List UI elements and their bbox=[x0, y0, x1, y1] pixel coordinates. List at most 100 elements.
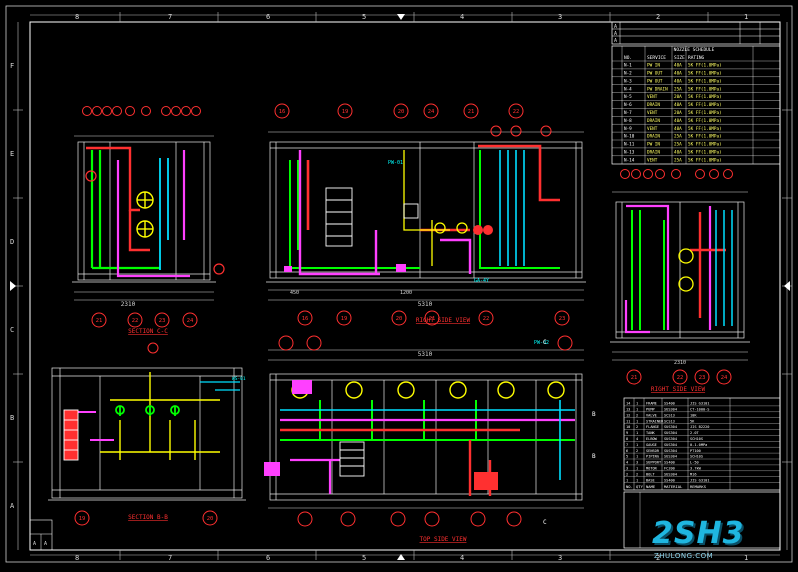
section-tag: B bbox=[592, 411, 596, 418]
nozzle-cell: N-10 bbox=[624, 134, 635, 140]
section-tag: C bbox=[543, 519, 547, 526]
bubble-label: 19 bbox=[79, 516, 86, 522]
row-marker: C bbox=[10, 326, 14, 334]
center-mark-top bbox=[397, 14, 405, 20]
parts-footer: NAME bbox=[646, 484, 656, 489]
row-marker: A bbox=[10, 502, 15, 510]
nozzle-table: A A A NOZZLE SCHEDULE NO. SERVICE SIZE R… bbox=[611, 21, 781, 165]
dim-top-total: 5310 bbox=[418, 351, 433, 358]
nozzle-cell: 40A bbox=[674, 118, 682, 124]
parts-cell: 7 bbox=[626, 443, 628, 447]
bubble-label: 22 bbox=[132, 318, 139, 324]
parts-cell: 1 bbox=[636, 443, 638, 447]
bubble-label: 23 bbox=[699, 375, 706, 381]
nozzle-header: NO. bbox=[624, 55, 632, 61]
top-ruler bbox=[30, 12, 780, 22]
parts-cell: PUMP bbox=[646, 408, 655, 412]
bubble-label: 20 bbox=[396, 316, 403, 322]
nozzle-cell: DRAIN bbox=[647, 102, 660, 108]
parts-footer: MATERIAL bbox=[664, 484, 683, 489]
parts-cell: VALVE bbox=[646, 413, 657, 417]
parts-cell: 1 bbox=[636, 419, 638, 423]
rev-row: A bbox=[614, 31, 617, 37]
nozzle-cell: 5K FF(1.0MPa) bbox=[688, 86, 722, 92]
nozzle-header: SERVICE bbox=[647, 55, 666, 61]
parts-cell: FRAME bbox=[646, 402, 657, 406]
nozzle-cell: N-2 bbox=[624, 71, 632, 77]
nozzle-cell: DRAIN bbox=[647, 134, 660, 140]
col-marker: 4 bbox=[460, 554, 464, 562]
nozzle-cell: N-6 bbox=[624, 102, 632, 108]
col-marker: 3 bbox=[558, 13, 562, 21]
nozzle-cell: 5K FF(1.0MPa) bbox=[688, 63, 722, 69]
nozzle-cell: DRAIN bbox=[647, 150, 660, 156]
parts-cell: 3 bbox=[626, 467, 628, 471]
parts-cell: SCH10S bbox=[690, 437, 703, 441]
dim-sec-c-total: 2310 bbox=[121, 301, 136, 308]
bubble-label: 22 bbox=[677, 375, 684, 381]
col-marker: 6 bbox=[266, 554, 270, 562]
nozzle-header: SIZE bbox=[674, 55, 685, 61]
parts-footer: QTY bbox=[636, 484, 644, 489]
parts-cell: 4 bbox=[626, 461, 628, 465]
nozzle-cell: 20A bbox=[674, 94, 682, 100]
watermark-logo: 2SH3 bbox=[652, 516, 745, 551]
nozzle-cell: VENT bbox=[647, 157, 658, 163]
nozzle-header: RATING bbox=[688, 55, 705, 61]
nozzle-cell: 5K FF(1.0MPa) bbox=[688, 150, 722, 156]
nozzle-table-title: NOZZLE SCHEDULE bbox=[674, 47, 715, 53]
parts-cell: FLANGE bbox=[646, 425, 659, 429]
parts-cell: 1 bbox=[636, 431, 638, 435]
parts-cell: 2.0T bbox=[690, 431, 699, 435]
parts-cell: MOTOR bbox=[646, 467, 658, 471]
pipe-label: GA-4Y bbox=[474, 278, 489, 284]
parts-cell: 1 bbox=[636, 402, 638, 406]
parts-cell: 2 bbox=[636, 425, 638, 429]
parts-cell: 6 bbox=[626, 449, 628, 453]
left-block-label: A bbox=[44, 541, 47, 547]
left-title-block: A A bbox=[29, 519, 53, 551]
nozzle-cell: N-9 bbox=[624, 126, 632, 132]
parts-cell: BASE bbox=[646, 478, 655, 482]
view-title: SECTION B-B bbox=[128, 514, 168, 521]
row-marker: F bbox=[10, 62, 14, 70]
row-marker: E bbox=[10, 150, 14, 158]
parts-footer: NO. bbox=[626, 484, 633, 489]
nozzle-cell: PW OUT bbox=[647, 71, 663, 77]
dim-front-total: 5310 bbox=[418, 301, 433, 308]
view-title: RIGHT SIDE VIEW bbox=[651, 386, 706, 393]
bubble-label: 22 bbox=[483, 316, 490, 322]
center-mark-left bbox=[10, 281, 16, 291]
parts-footer: REMARKS bbox=[690, 484, 707, 489]
bubble-label: 21 bbox=[96, 318, 103, 324]
bubble-label: 21 bbox=[468, 109, 475, 115]
parts-cell: SUS304 bbox=[664, 455, 677, 459]
bubble-label: 23 bbox=[159, 318, 166, 324]
parts-cell: 4 bbox=[636, 437, 638, 441]
parts-cell: 11 bbox=[626, 419, 630, 423]
parts-cell: 1 bbox=[636, 408, 638, 412]
nozzle-cell: 5K FF(1.0MPa) bbox=[688, 126, 722, 132]
parts-cell: 1 bbox=[636, 467, 638, 471]
view-section-b: WS-01 19 20 SECTION B-B bbox=[48, 342, 246, 526]
col-marker: 8 bbox=[75, 554, 79, 562]
col-marker: 5 bbox=[362, 13, 366, 21]
nozzle-cell: N-3 bbox=[624, 78, 632, 84]
nozzle-cell: 25A bbox=[674, 157, 682, 163]
nozzle-cell: PW IN bbox=[647, 63, 660, 69]
parts-cell: SUS304 bbox=[664, 425, 677, 429]
nozzle-cell: N-8 bbox=[624, 118, 632, 124]
parts-cell: 0-1.0MPa bbox=[690, 443, 707, 447]
nozzle-cell: N-11 bbox=[624, 142, 635, 148]
parts-cell: SUS304 bbox=[664, 449, 677, 453]
nozzle-cell: VENT bbox=[647, 94, 658, 100]
pipe-label: PW-02 bbox=[534, 340, 549, 346]
dim-front-mid: 1200 bbox=[400, 290, 412, 296]
parts-cell: 1 bbox=[626, 478, 628, 482]
bubble-label: 19 bbox=[341, 316, 348, 322]
parts-cell: 5K bbox=[690, 419, 695, 423]
parts-cell: 12 bbox=[626, 413, 630, 417]
bubble-label: 22 bbox=[513, 109, 520, 115]
nozzle-cell: 40A bbox=[674, 126, 682, 132]
nozzle-cell: 5K FF(1.0MPa) bbox=[688, 102, 722, 108]
